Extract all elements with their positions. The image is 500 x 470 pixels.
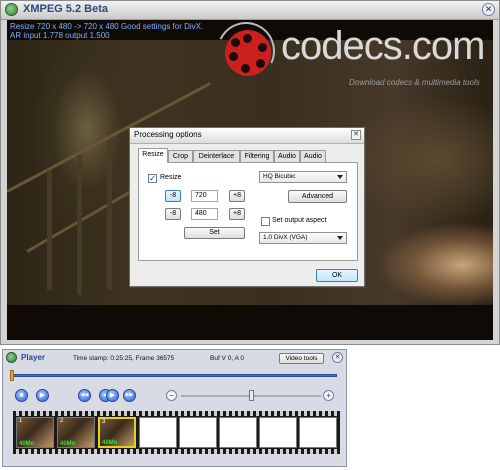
width-input[interactable]: 720 bbox=[191, 190, 218, 202]
set-output-aspect-checkbox[interactable] bbox=[261, 217, 270, 226]
close-icon[interactable]: ✕ bbox=[482, 3, 495, 16]
app-icon bbox=[5, 3, 18, 16]
tab-resize[interactable]: Resize bbox=[138, 148, 168, 163]
chevron-down-icon bbox=[337, 175, 343, 179]
tab-deinterlace[interactable]: Deinterlace bbox=[193, 150, 240, 162]
width-plus8-button[interactable]: +8 bbox=[229, 190, 245, 202]
stair-post bbox=[107, 140, 112, 290]
resize-checkbox[interactable]: ✓ bbox=[148, 174, 157, 183]
empty-frame[interactable] bbox=[179, 417, 217, 448]
play-icon[interactable]: ▶ bbox=[36, 389, 49, 402]
player-close-icon[interactable]: ✕ bbox=[332, 352, 343, 363]
rewind-icon[interactable]: ◀◀ bbox=[78, 389, 91, 402]
film-perforations bbox=[13, 449, 340, 454]
dialog-title: Processing options bbox=[134, 130, 202, 139]
timestamp-readout: Time stamp: 0:25:25, Frame 36575 bbox=[73, 355, 175, 362]
main-title-bar[interactable]: XMPEG 5.2 Beta ✕ bbox=[1, 1, 499, 20]
resize-label: Resize bbox=[160, 174, 182, 181]
zoom-in-icon[interactable]: + bbox=[323, 390, 334, 401]
empty-frame[interactable] bbox=[139, 417, 177, 448]
height-minus8-button[interactable]: -8 bbox=[165, 208, 181, 220]
tab-audio-2[interactable]: Audio bbox=[300, 150, 326, 162]
processing-options-dialog: Processing options ✕ Resize Crop Deinter… bbox=[129, 127, 365, 287]
aspect-info-line: AR input 1.778 output 1.500 bbox=[10, 31, 110, 40]
height-input[interactable]: 480 bbox=[191, 208, 218, 220]
frame-number: 3 bbox=[102, 419, 106, 425]
seek-bar[interactable] bbox=[12, 374, 337, 377]
codecs-watermark: codecs.com Download codecs & multimedia … bbox=[208, 20, 492, 92]
zoom-slider-handle[interactable] bbox=[249, 390, 254, 401]
zoom-out-icon[interactable]: − bbox=[166, 390, 177, 401]
frame-size: 40Mo bbox=[60, 441, 76, 447]
frame-number: 1 bbox=[19, 418, 23, 424]
tab-filtering[interactable]: Filtering bbox=[240, 150, 274, 162]
empty-frame[interactable] bbox=[219, 417, 257, 448]
film-reel-icon bbox=[225, 30, 271, 76]
set-output-aspect-label: Set output aspect bbox=[272, 217, 327, 224]
fast-forward-icon[interactable]: ▶▶ bbox=[123, 389, 136, 402]
frame-thumbnail[interactable]: 1 40Mo bbox=[16, 417, 54, 448]
buffer-readout: Buf V 0, A 0 bbox=[210, 355, 244, 362]
tab-audio[interactable]: Audio bbox=[274, 150, 300, 162]
ok-button[interactable]: OK bbox=[316, 269, 358, 282]
tab-crop[interactable]: Crop bbox=[168, 150, 193, 162]
resize-panel: ✓ Resize -8 720 +8 -8 480 +8 Set HQ Bicu… bbox=[138, 162, 358, 261]
empty-frame[interactable] bbox=[259, 417, 297, 448]
frame-number: 2 bbox=[60, 418, 64, 424]
player-window: Player Time stamp: 0:25:25, Frame 36575 … bbox=[2, 349, 347, 467]
frame-size: 40Mo bbox=[102, 440, 118, 446]
stop-icon[interactable]: ■ bbox=[15, 389, 28, 402]
chevron-down-icon bbox=[337, 236, 343, 240]
dialog-title-bar[interactable]: Processing options ✕ bbox=[130, 128, 364, 144]
player-app-icon bbox=[6, 352, 17, 363]
resize-method-select[interactable]: HQ Bicubic bbox=[259, 171, 347, 183]
film-perforations bbox=[13, 411, 340, 416]
watermark-tagline: Download codecs & multimedia tools bbox=[349, 78, 480, 87]
width-minus8-button[interactable]: -8 bbox=[165, 190, 181, 202]
seek-handle[interactable] bbox=[10, 370, 14, 381]
stair-post bbox=[47, 170, 52, 290]
set-button[interactable]: Set bbox=[184, 227, 245, 239]
aspect-value: 1.0 DivX (VGA) bbox=[263, 234, 308, 241]
frame-size: 40Mo bbox=[19, 441, 35, 447]
aspect-select[interactable]: 1.0 DivX (VGA) bbox=[259, 232, 347, 244]
frame-thumbnail[interactable]: 2 40Mo bbox=[57, 417, 95, 448]
video-tools-button[interactable]: Video tools bbox=[279, 353, 324, 364]
frame-thumbnail-selected[interactable]: 3 40Mo bbox=[98, 417, 136, 448]
dialog-close-icon[interactable]: ✕ bbox=[351, 130, 361, 140]
watermark-brand: codecs.com bbox=[281, 24, 485, 68]
advanced-button[interactable]: Advanced bbox=[288, 190, 347, 203]
filmstrip: 1 40Mo 2 40Mo 3 40Mo bbox=[13, 411, 340, 454]
window-title: XMPEG 5.2 Beta bbox=[23, 3, 108, 15]
step-forward-icon[interactable]: ▶ bbox=[106, 389, 119, 402]
encode-info-line: Resize 720 x 480 -> 720 x 480 Good setti… bbox=[10, 22, 204, 31]
height-plus8-button[interactable]: +8 bbox=[229, 208, 245, 220]
empty-frame[interactable] bbox=[299, 417, 337, 448]
stair-post bbox=[77, 155, 82, 295]
resize-method-value: HQ Bicubic bbox=[263, 173, 296, 180]
player-title: Player bbox=[21, 353, 46, 362]
